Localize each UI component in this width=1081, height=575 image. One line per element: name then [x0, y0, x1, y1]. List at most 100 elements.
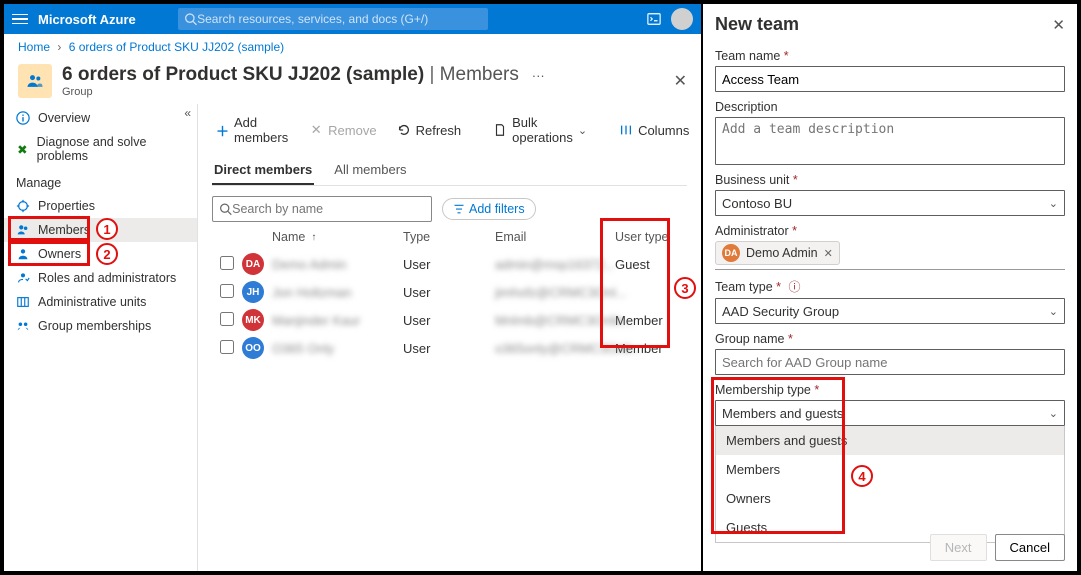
search-members[interactable] — [212, 196, 432, 222]
row-checkbox[interactable] — [220, 312, 234, 326]
document-icon — [493, 123, 507, 137]
admin-chip[interactable]: DA Demo Admin ✕ — [715, 241, 840, 265]
chevron-down-icon: ⌄ — [1049, 197, 1058, 210]
collapse-sidebar-icon[interactable]: « — [184, 106, 191, 120]
sidebar-manage-head: Manage — [4, 168, 197, 194]
user-avatar[interactable] — [671, 8, 693, 30]
membership-options-list: Members and guestsMembersOwnersGuests — [715, 426, 1065, 543]
row-checkbox[interactable] — [220, 340, 234, 354]
membership-option[interactable]: Owners — [716, 484, 1064, 513]
sidebar-overview[interactable]: Overview — [4, 106, 197, 130]
sidebar-item-admin-units[interactable]: Administrative units — [4, 290, 197, 314]
callout-1: 1 — [96, 218, 118, 240]
add-members-button[interactable]: ＋Add members — [212, 112, 293, 148]
chevron-down-icon: ⌄ — [578, 124, 587, 137]
info-icon — [16, 111, 30, 125]
sidebar-item-label: Members — [38, 223, 90, 237]
remove-icon: ✕ — [309, 123, 323, 137]
table-row[interactable]: OO O365 Only User o365only@CRMC3Onli... … — [212, 334, 687, 362]
row-avatar: MK — [242, 309, 264, 331]
col-name[interactable]: Name↑ — [272, 230, 403, 244]
breadcrumb: Home › 6 orders of Product SKU JJ202 (sa… — [4, 34, 701, 60]
table-row[interactable]: JH Jon Holtzman User jimhofz@CRMC3Onl... — [212, 278, 687, 306]
chevron-down-icon: ⌄ — [1049, 305, 1058, 318]
callout-3: 3 — [674, 277, 696, 299]
row-email: admin@msp16372... — [495, 257, 615, 272]
sidebar-item-roles[interactable]: Roles and administrators — [4, 266, 197, 290]
bulk-operations-button[interactable]: Bulk operations⌄ — [489, 112, 591, 148]
sidebar-item-label: Roles and administrators — [38, 271, 176, 285]
sidebar-item-label: Owners — [38, 247, 81, 261]
col-type[interactable]: Type — [403, 230, 495, 244]
group-name-input[interactable] — [715, 349, 1065, 375]
refresh-button[interactable]: Refresh — [393, 120, 466, 141]
admin-avatar: DA — [722, 244, 740, 262]
row-usertype: Guest — [615, 257, 687, 272]
filter-icon — [453, 203, 465, 215]
remove-chip-icon[interactable]: ✕ — [824, 247, 833, 260]
cancel-button[interactable]: Cancel — [995, 534, 1065, 561]
group-icon — [18, 64, 52, 98]
title-more-icon[interactable]: ··· — [524, 64, 549, 87]
info-icon[interactable]: ⓘ — [789, 280, 801, 294]
breadcrumb-current[interactable]: 6 orders of Product SKU JJ202 (sample) — [69, 40, 284, 54]
add-filters-button[interactable]: Add filters — [442, 198, 536, 220]
tab-all-members[interactable]: All members — [332, 156, 408, 185]
panel-close-button[interactable]: ✕ — [1052, 16, 1065, 34]
members-icon — [16, 223, 30, 237]
chevron-down-icon: ⌄ — [1049, 407, 1058, 420]
row-checkbox[interactable] — [220, 284, 234, 298]
description-input[interactable] — [715, 117, 1065, 165]
columns-icon — [619, 123, 633, 137]
table-row[interactable]: MK Manjinder Kaur User Mnlmb@CRMC3Onlin.… — [212, 306, 687, 334]
group-memberships-icon — [16, 319, 30, 333]
row-type: User — [403, 285, 495, 300]
callout-4: 4 — [851, 465, 873, 487]
row-avatar: OO — [242, 337, 264, 359]
tab-direct-members[interactable]: Direct members — [212, 156, 314, 185]
col-usertype[interactable]: User type — [615, 230, 687, 244]
col-email[interactable]: Email — [495, 230, 615, 244]
team-type-select[interactable]: AAD Security Group⌄ — [715, 298, 1065, 324]
row-name: Demo Admin — [272, 257, 346, 272]
row-name: O365 Only — [272, 341, 334, 356]
row-name: Jon Holtzman — [272, 285, 351, 300]
team-name-input[interactable] — [715, 66, 1065, 92]
close-blade-button[interactable]: ✕ — [674, 71, 687, 91]
membership-option[interactable]: Members and guests — [716, 426, 1064, 455]
sidebar-diagnose[interactable]: ✖ Diagnose and solve problems — [4, 130, 197, 168]
owners-icon — [16, 247, 30, 261]
columns-button[interactable]: Columns — [615, 120, 693, 141]
sidebar-item-properties[interactable]: Properties — [4, 194, 197, 218]
row-email: jimhofz@CRMC3Onl... — [495, 285, 627, 300]
sort-asc-icon: ↑ — [311, 232, 316, 243]
next-button: Next — [930, 534, 987, 561]
membership-type-select[interactable]: Members and guests⌄ — [715, 400, 1065, 426]
row-checkbox[interactable] — [220, 256, 234, 270]
row-email: Mnlmb@CRMC3Onlin... — [495, 313, 635, 328]
table-row[interactable]: DA Demo Admin User admin@msp16372... Gue… — [212, 250, 687, 278]
hamburger-menu-icon[interactable] — [12, 14, 28, 25]
admin-units-icon — [16, 295, 30, 309]
page-subtitle: Group — [62, 86, 658, 98]
global-search[interactable] — [178, 8, 488, 30]
callout-2: 2 — [96, 243, 118, 265]
row-type: User — [403, 341, 495, 356]
row-email: o365only@CRMC3Onli... — [495, 341, 641, 356]
membership-option[interactable]: Members — [716, 455, 1064, 484]
sidebar-item-label: Administrative units — [38, 295, 146, 309]
business-unit-select[interactable]: Contoso BU⌄ — [715, 190, 1065, 216]
breadcrumb-home[interactable]: Home — [18, 40, 50, 54]
row-avatar: JH — [242, 281, 264, 303]
sidebar-item-group-memberships[interactable]: Group memberships — [4, 314, 197, 338]
diagnose-icon: ✖ — [16, 142, 29, 156]
page-title: 6 orders of Product SKU JJ202 (sample) |… — [62, 64, 524, 85]
row-type: User — [403, 313, 495, 328]
search-icon — [219, 202, 232, 216]
panel-title: New team — [715, 14, 799, 35]
cloud-shell-icon[interactable] — [647, 12, 661, 26]
sidebar-item-label: Group memberships — [38, 319, 151, 333]
remove-button: ✕Remove — [305, 120, 380, 141]
global-search-input[interactable] — [197, 12, 482, 26]
search-members-input[interactable] — [232, 202, 425, 216]
